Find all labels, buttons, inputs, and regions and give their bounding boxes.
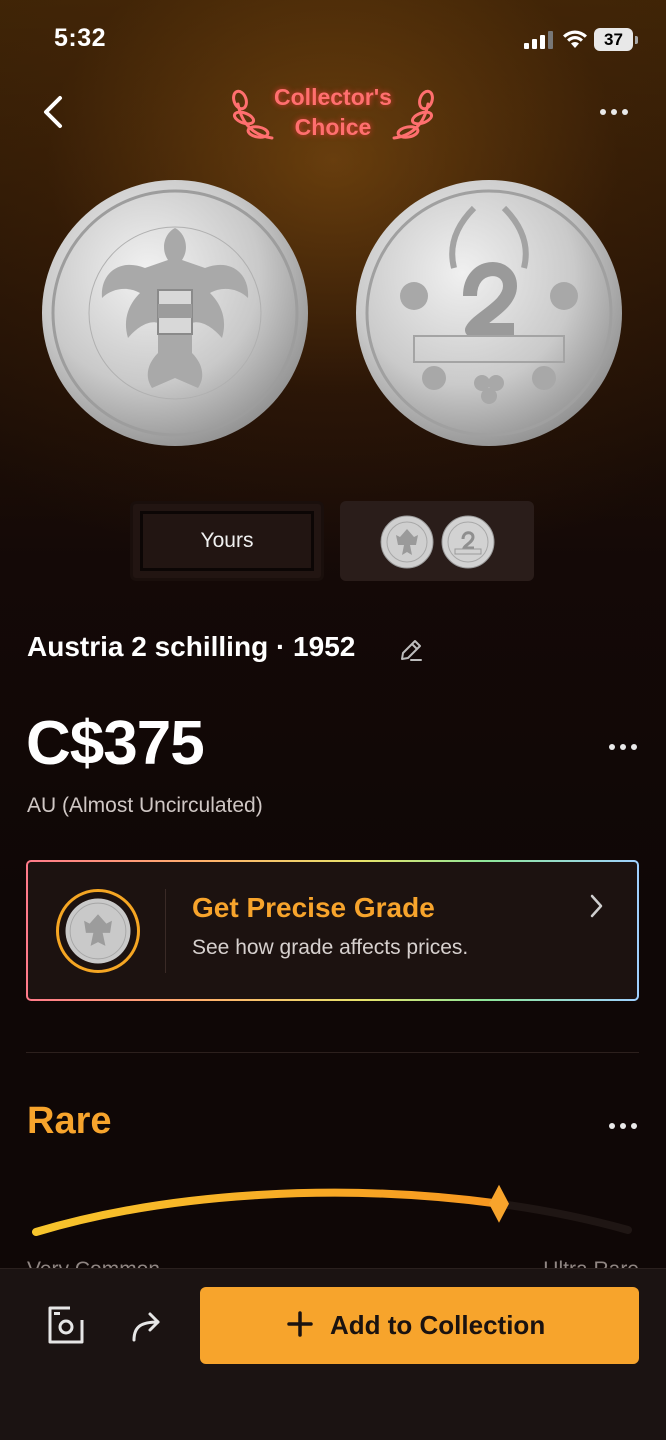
reference-toggle[interactable] (340, 501, 534, 581)
chevron-right-icon (590, 894, 603, 918)
precise-grade-title: Get Precise Grade (192, 892, 435, 923)
coin-reverse-image[interactable] (354, 178, 624, 448)
section-divider (26, 1052, 639, 1053)
add-to-collection-label: Add to Collection (330, 1310, 546, 1340)
chevron-left-icon[interactable] (34, 92, 74, 132)
rarity-more-button[interactable] (602, 1114, 644, 1138)
plus-icon (287, 1311, 313, 1337)
ellipsis-icon (602, 1114, 644, 1138)
status-bar: 5:32 37 (0, 0, 666, 80)
coin-thumbnail (56, 889, 140, 973)
battery-icon: 37 (594, 28, 638, 51)
collectors-choice-badge: Collector's Choice (228, 80, 438, 146)
precise-grade-card[interactable]: Get Precise Grade See how grade affects … (26, 860, 639, 1001)
coin-title: Austria 2 schilling · 1952 (27, 631, 356, 662)
yours-toggle[interactable]: Yours (130, 501, 324, 581)
yours-label: Yours (200, 529, 254, 552)
card-divider (165, 889, 166, 973)
rarity-marker-icon (489, 1184, 510, 1223)
price-more-button[interactable] (602, 735, 644, 759)
coin-price: C$375 (26, 709, 205, 778)
ellipsis-icon (592, 98, 636, 126)
rarity-gauge (32, 1184, 632, 1236)
share-icon[interactable] (128, 1308, 166, 1344)
coin-grade: AU (Almost Uncirculated) (27, 794, 263, 817)
wifi-icon (563, 30, 587, 48)
add-to-collection-button[interactable]: Add to Collection (200, 1287, 639, 1364)
ellipsis-icon (602, 735, 644, 759)
rarity-heading: Rare (27, 1100, 112, 1142)
badge-title: Collector's Choice (274, 84, 392, 140)
reference-obverse-thumb (380, 515, 434, 569)
laurel-right-icon (392, 89, 434, 140)
precise-grade-subtitle: See how grade affects prices. (192, 936, 469, 959)
pencil-icon[interactable] (398, 637, 424, 663)
more-options-button[interactable] (592, 98, 636, 126)
battery-level: 37 (594, 28, 633, 51)
reference-reverse-thumb (441, 515, 495, 569)
signal-icon (524, 31, 554, 49)
camera-icon[interactable] (44, 1304, 88, 1346)
status-time: 5:32 (54, 24, 107, 52)
coin-obverse-image[interactable] (40, 178, 310, 448)
